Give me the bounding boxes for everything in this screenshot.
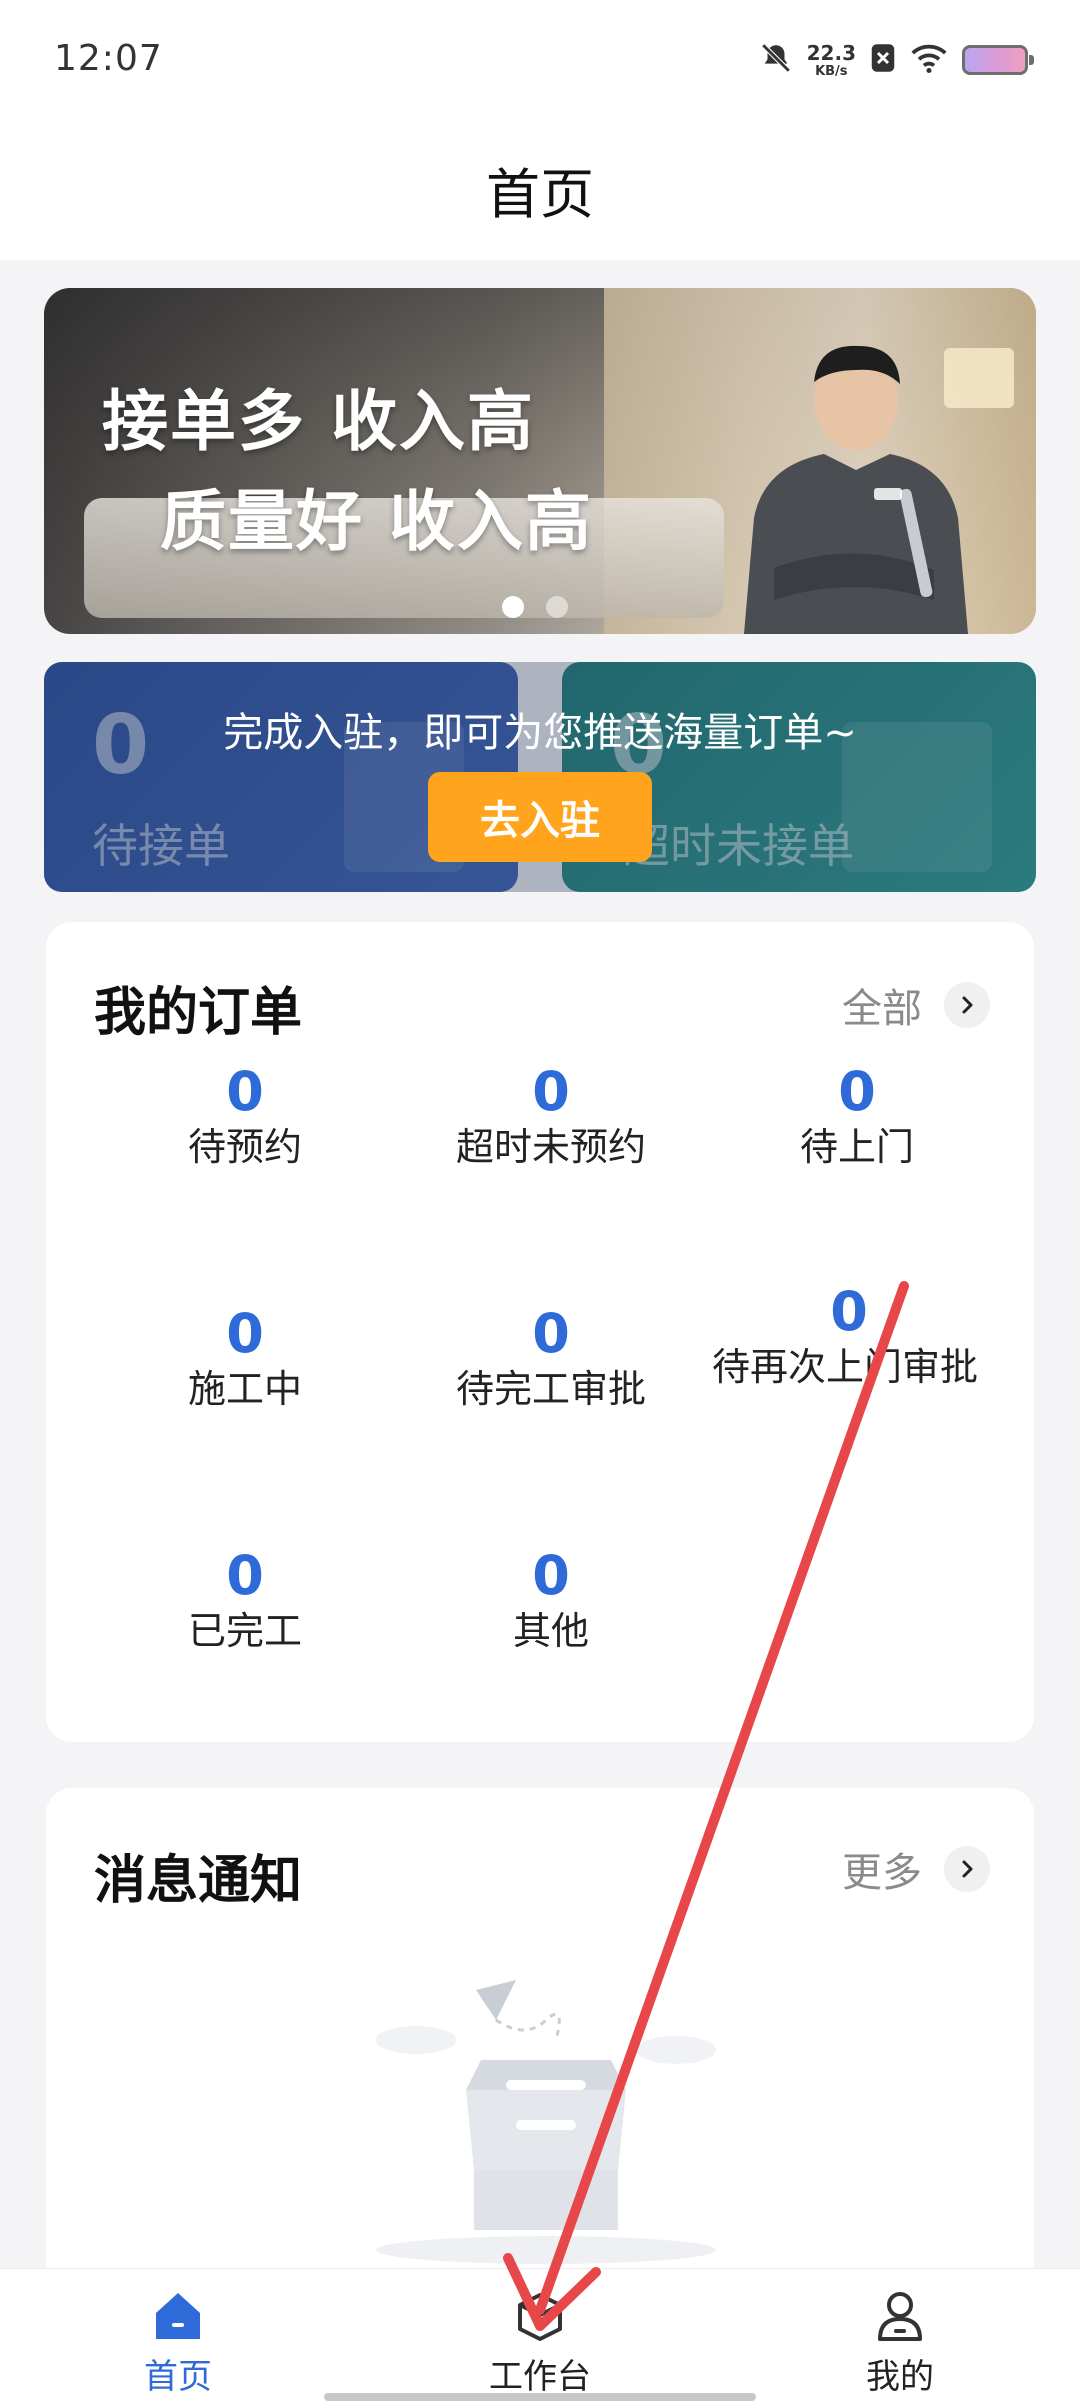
order-status-item[interactable]: 0 其他 [398, 1546, 704, 1655]
orders-view-all-label: 全部 [842, 986, 922, 1032]
my-orders-card: 我的订单 全部 0 待预约 0 超时未预约 0 待上门 0 施工中 0 待完工审… [46, 922, 1034, 1742]
bottom-tab-bar: 首页 工作台 我的 [0, 2268, 1080, 2408]
order-status-item[interactable]: 0 待完工审批 [398, 1304, 704, 1413]
workbench-box-icon [518, 2293, 562, 2341]
order-status-count: 0 [838, 1060, 876, 1123]
notifications-more-label: 更多 [842, 1850, 922, 1896]
status-time: 12:07 [54, 38, 163, 79]
sim-off-icon [870, 43, 896, 77]
tab-workbench[interactable]: 工作台 [440, 2287, 640, 2398]
order-status-item[interactable]: 0 已完工 [92, 1546, 398, 1655]
order-status-count: 0 [226, 1060, 264, 1123]
order-status-label: 待预约 [187, 1125, 302, 1170]
empty-box-icon [376, 1980, 716, 2264]
chevron-right-icon [944, 982, 990, 1028]
banner-headline-1: 接单多 收入高 [102, 383, 535, 460]
order-status-label: 超时未预约 [455, 1125, 646, 1170]
chevron-right-icon [944, 1846, 990, 1892]
mute-bell-icon [759, 41, 793, 79]
order-status-count: 0 [226, 1302, 264, 1365]
order-status-label: 其他 [512, 1609, 589, 1654]
profile-icon [878, 2292, 922, 2341]
net-speed-unit: KB/s [815, 63, 848, 79]
banner-dot-1[interactable] [502, 596, 524, 618]
order-status-item[interactable]: 0 待上门 [704, 1062, 1010, 1171]
net-speed: 22.3 KB/s [807, 43, 856, 78]
banner-headline-2: 质量好 收入高 [160, 483, 593, 560]
notifications-title: 消息通知 [94, 1851, 303, 1911]
order-status-count: 0 [532, 1544, 570, 1607]
notifications-more-link[interactable]: 更多 [842, 1840, 990, 1898]
nav-bar: 首页 [0, 120, 1080, 260]
tab-profile[interactable]: 我的 [800, 2287, 1000, 2398]
onboarding-notice: 完成入驻，即可为您推送海量订单~ [223, 710, 857, 756]
order-status-count: 0 [830, 1280, 868, 1343]
page-title: 首页 [486, 163, 594, 226]
banner-carousel[interactable]: 接单多 收入高 质量好 收入高 [44, 288, 1036, 634]
home-indicator [324, 2393, 756, 2401]
order-status-item[interactable]: 0 施工中 [92, 1304, 398, 1413]
order-status-item[interactable]: 0 待预约 [92, 1062, 398, 1171]
my-orders-title: 我的订单 [94, 983, 303, 1043]
battery-icon [962, 45, 1034, 75]
banner-pagination [502, 596, 568, 618]
home-icon [156, 2293, 200, 2339]
status-icons: 22.3 KB/s [759, 40, 1034, 80]
order-status-label: 施工中 [187, 1367, 302, 1412]
order-status-count: 0 [532, 1060, 570, 1123]
banner-technician-image [744, 345, 968, 634]
status-bar: 12:07 22.3 KB/s [0, 0, 1080, 120]
order-status-label: 待再次上门审批 [712, 1345, 979, 1390]
order-status-label: 已完工 [187, 1609, 302, 1654]
order-status-count: 0 [532, 1302, 570, 1365]
order-status-item[interactable]: 0 待再次上门审批 [704, 1282, 994, 1391]
net-speed-value: 22.3 [806, 40, 856, 65]
order-status-label: 待完工审批 [455, 1367, 646, 1412]
orders-view-all-link[interactable]: 全部 [842, 976, 990, 1034]
wifi-icon [910, 43, 948, 77]
join-button[interactable]: 去入驻 [428, 772, 652, 862]
order-status-count: 0 [226, 1544, 264, 1607]
tab-home-label: 首页 [144, 2357, 212, 2397]
order-status-label: 待上门 [799, 1125, 914, 1170]
order-stats-section: 0 待接单 0 超时未接单 完成入驻，即可为您推送海量订单~ 去入驻 [44, 662, 1036, 892]
tab-profile-label: 我的 [866, 2357, 934, 2397]
order-status-item[interactable]: 0 超时未预约 [398, 1062, 704, 1171]
tab-workbench-label: 工作台 [489, 2357, 591, 2397]
banner-dot-2[interactable] [546, 596, 568, 618]
tab-home[interactable]: 首页 [78, 2287, 278, 2398]
